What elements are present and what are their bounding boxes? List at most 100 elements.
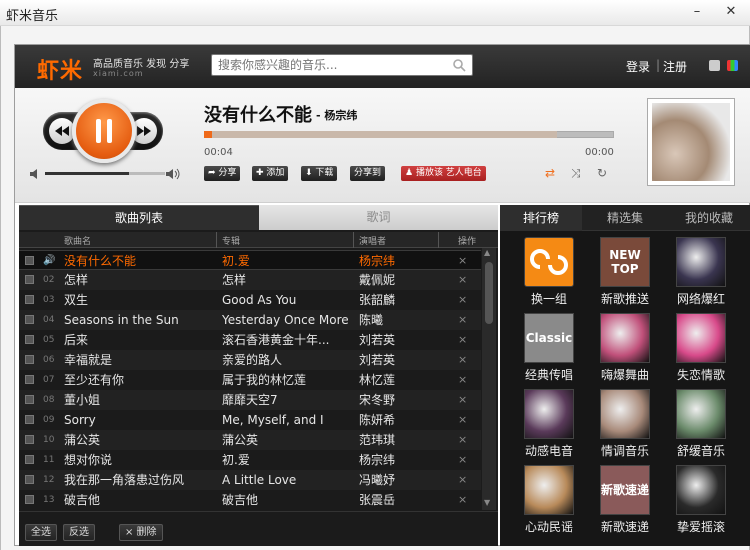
artist-name[interactable]: 陈曦	[359, 310, 383, 330]
close-button[interactable]: ✕	[718, 0, 744, 24]
artist-name[interactable]: 张震岳	[359, 490, 395, 510]
table-row[interactable]: 06 幸福就是 亲爱的路人 刘若英 ×	[19, 350, 481, 370]
song-artist[interactable]: - 杨宗纬	[316, 107, 357, 123]
scroll-thumb[interactable]	[485, 262, 493, 324]
tab-charts[interactable]: 排行榜	[500, 205, 582, 231]
artist-name[interactable]: 林忆莲	[359, 370, 395, 390]
remove-icon[interactable]: ×	[458, 251, 467, 271]
volume-high-icon[interactable]	[165, 167, 181, 181]
minimize-button[interactable]: –	[684, 0, 710, 24]
album-name[interactable]: 属于我的林忆莲	[222, 370, 350, 390]
download-button[interactable]: ⬇ 下载	[301, 166, 338, 181]
col-album[interactable]: 专辑	[222, 234, 240, 247]
remove-icon[interactable]: ×	[458, 290, 467, 310]
volume-low-icon[interactable]	[29, 167, 41, 181]
delete-button[interactable]: × 删除	[119, 524, 163, 541]
row-checkbox[interactable]	[25, 375, 34, 384]
select-all-button[interactable]: 全选	[25, 524, 57, 541]
table-row[interactable]: 🔊 没有什么不能 初.爱 杨宗纬 ×	[19, 250, 481, 270]
album-name[interactable]: 破吉他	[222, 490, 350, 510]
table-row[interactable]: 13 破吉他 破吉他 张震岳 ×	[19, 490, 481, 510]
logo[interactable]: 虾米	[37, 53, 83, 85]
remove-icon[interactable]: ×	[458, 410, 467, 430]
song-name[interactable]: 幸福就是	[64, 350, 214, 370]
remove-icon[interactable]: ×	[458, 390, 467, 410]
song-name[interactable]: 想对你说	[64, 450, 214, 470]
scroll-down-icon[interactable]: ▼	[484, 498, 490, 507]
row-checkbox[interactable]	[25, 275, 34, 284]
table-row[interactable]: 02 怎样 怎样 戴佩妮 ×	[19, 270, 481, 290]
row-checkbox[interactable]	[25, 475, 34, 484]
chart-tile[interactable]: 网络爆红	[667, 237, 735, 307]
album-cover[interactable]	[647, 98, 735, 186]
artist-name[interactable]: 戴佩妮	[359, 270, 395, 290]
table-row[interactable]: 04 Seasons in the Sun Yesterday Once More 陈…	[19, 310, 481, 330]
row-checkbox[interactable]	[25, 435, 34, 444]
album-name[interactable]: 靡靡天空7	[222, 390, 350, 410]
artist-name[interactable]: 杨宗纬	[359, 251, 395, 271]
login-link[interactable]: 登录	[626, 58, 650, 75]
remove-icon[interactable]: ×	[458, 450, 467, 470]
invert-selection-button[interactable]: 反选	[63, 524, 95, 541]
song-name[interactable]: 董小姐	[64, 390, 214, 410]
search-input[interactable]	[218, 57, 438, 73]
remove-icon[interactable]: ×	[458, 430, 467, 450]
chart-tile[interactable]: 舒缓音乐	[667, 389, 735, 459]
chart-tile[interactable]: 心动民谣	[515, 465, 583, 535]
album-name[interactable]: 蒲公英	[222, 430, 350, 450]
remove-icon[interactable]: ×	[458, 330, 467, 350]
search-icon[interactable]	[452, 58, 466, 72]
song-name[interactable]: Sorry	[64, 410, 214, 430]
album-name[interactable]: 滚石香港黄金十年...	[222, 330, 350, 350]
remove-icon[interactable]: ×	[458, 310, 467, 330]
row-checkbox[interactable]	[25, 355, 34, 364]
tab-favorites[interactable]: 我的收藏	[668, 205, 750, 231]
col-song-name[interactable]: 歌曲名	[64, 234, 91, 247]
table-row[interactable]: 11 想对你说 初.爱 杨宗纬 ×	[19, 450, 481, 470]
row-checkbox[interactable]	[25, 495, 34, 504]
chart-tile[interactable]: NEW TOP 新歌推送	[591, 237, 659, 307]
repeat-one-icon[interactable]: ↻	[597, 166, 607, 180]
album-name[interactable]: Good As You	[222, 290, 350, 310]
song-name[interactable]: Seasons in the Sun	[64, 310, 214, 330]
row-checkbox[interactable]	[25, 315, 34, 324]
song-name[interactable]: 我在那一角落患过伤风	[64, 470, 214, 490]
table-row[interactable]: 10 蒲公英 蒲公英 范玮琪 ×	[19, 430, 481, 450]
chart-tile[interactable]: 情调音乐	[591, 389, 659, 459]
song-name[interactable]: 后来	[64, 330, 214, 350]
row-checkbox[interactable]	[25, 395, 34, 404]
artist-name[interactable]: 冯曦妤	[359, 470, 395, 490]
row-checkbox[interactable]	[25, 256, 34, 265]
chart-tile[interactable]: 失恋情歌	[667, 313, 735, 383]
table-row[interactable]: 03 双生 Good As You 张韶麟 ×	[19, 290, 481, 310]
album-name[interactable]: 亲爱的路人	[222, 350, 350, 370]
album-name[interactable]: 怎样	[222, 270, 350, 290]
tab-lyrics[interactable]: 歌词	[259, 205, 498, 230]
album-name[interactable]: 初.爱	[222, 251, 350, 271]
remove-icon[interactable]: ×	[458, 490, 467, 510]
table-row[interactable]: 09 Sorry Me, Myself, and I 陈妍希 ×	[19, 410, 481, 430]
dropdown-icon[interactable]	[709, 60, 720, 71]
album-name[interactable]: Yesterday Once More	[222, 310, 350, 330]
artist-name[interactable]: 范玮琪	[359, 430, 395, 450]
remove-icon[interactable]: ×	[458, 350, 467, 370]
chart-tile[interactable]: 动感电音	[515, 389, 583, 459]
share-to-button[interactable]: 分享到	[350, 166, 386, 181]
chart-tile[interactable]: 换一组	[515, 237, 583, 307]
remove-icon[interactable]: ×	[458, 270, 467, 290]
row-checkbox[interactable]	[25, 415, 34, 424]
artist-name[interactable]: 刘若英	[359, 330, 395, 350]
row-checkbox[interactable]	[25, 295, 34, 304]
share-button[interactable]: ➦ 分享	[204, 166, 241, 181]
col-artist[interactable]: 演唱者	[359, 234, 386, 247]
album-name[interactable]: A Little Love	[222, 470, 350, 490]
artist-name[interactable]: 张韶麟	[359, 290, 395, 310]
song-name[interactable]: 怎样	[64, 270, 214, 290]
register-link[interactable]: 注册	[663, 58, 687, 75]
artist-name[interactable]: 宋冬野	[359, 390, 395, 410]
loop-icon[interactable]: ⇄	[545, 166, 555, 180]
artist-radio-button[interactable]: ♟ 播放该 艺人电台	[401, 166, 486, 181]
song-name[interactable]: 破吉他	[64, 490, 214, 510]
table-row[interactable]: 12 我在那一角落患过伤风 A Little Love 冯曦妤 ×	[19, 470, 481, 490]
skin-icon[interactable]	[727, 60, 738, 71]
